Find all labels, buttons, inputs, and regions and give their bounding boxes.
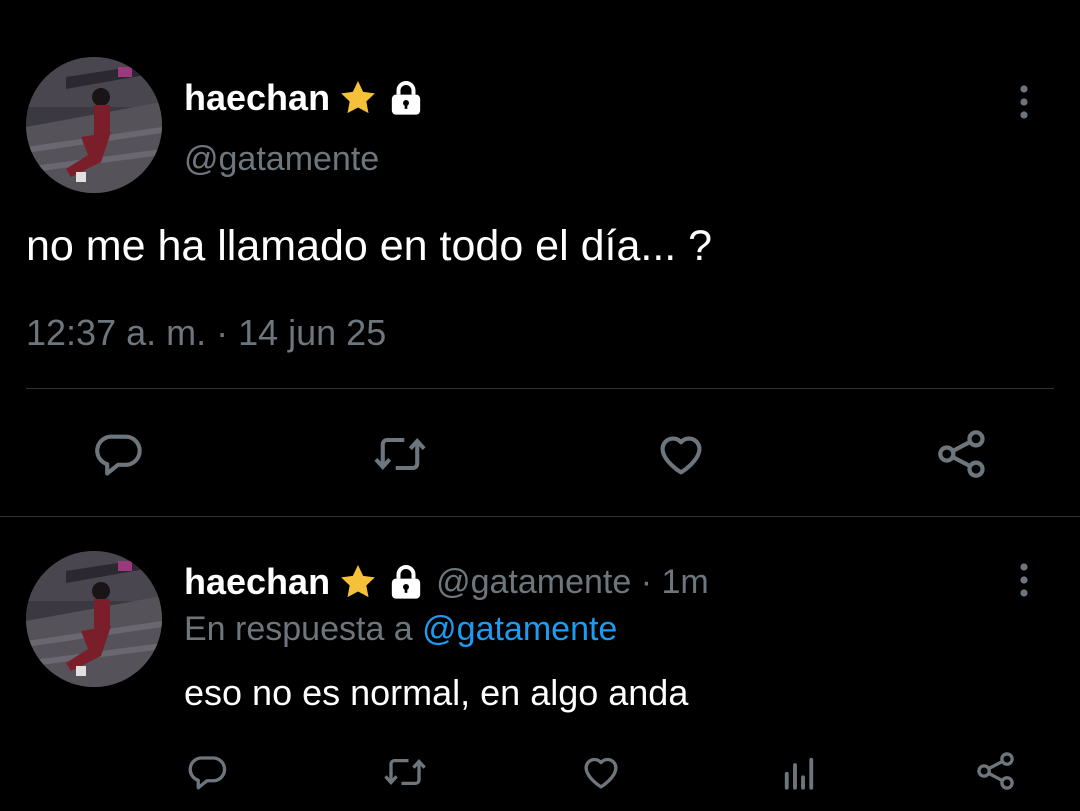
reply-to-link[interactable]: @gatamente: [422, 610, 617, 648]
avatar[interactable]: [26, 57, 162, 193]
share-icon[interactable]: [934, 426, 990, 482]
reply-prefix: En respuesta a: [184, 610, 413, 648]
star-icon: [338, 78, 378, 118]
lock-icon: [386, 562, 426, 602]
tweet-text: no me ha llamado en todo el día... ?: [26, 222, 713, 270]
avatar[interactable]: [26, 551, 162, 687]
display-name[interactable]: haechan: [184, 561, 330, 603]
more-vertical-icon[interactable]: [1014, 562, 1034, 598]
timestamp[interactable]: 12:37 a. m. · 14 jun 25: [26, 312, 386, 354]
retweet-icon[interactable]: [372, 428, 428, 480]
display-name[interactable]: haechan: [184, 77, 330, 119]
divider: [26, 388, 1054, 389]
reply-icon[interactable]: [92, 428, 144, 480]
retweet-icon[interactable]: [382, 751, 428, 793]
reply-icon[interactable]: [186, 751, 228, 793]
star-icon: [338, 562, 378, 602]
lock-icon: [386, 78, 426, 118]
like-icon[interactable]: [580, 751, 622, 793]
share-icon[interactable]: [974, 749, 1018, 793]
handle[interactable]: @gatamente: [184, 140, 379, 179]
tweet-separator: [0, 516, 1080, 517]
tweet-text: eso no es normal, en algo anda: [184, 672, 689, 713]
analytics-icon[interactable]: [778, 751, 820, 793]
like-icon[interactable]: [654, 428, 708, 480]
handle-time[interactable]: @gatamente · 1m: [436, 563, 709, 602]
more-vertical-icon[interactable]: [1014, 84, 1034, 120]
